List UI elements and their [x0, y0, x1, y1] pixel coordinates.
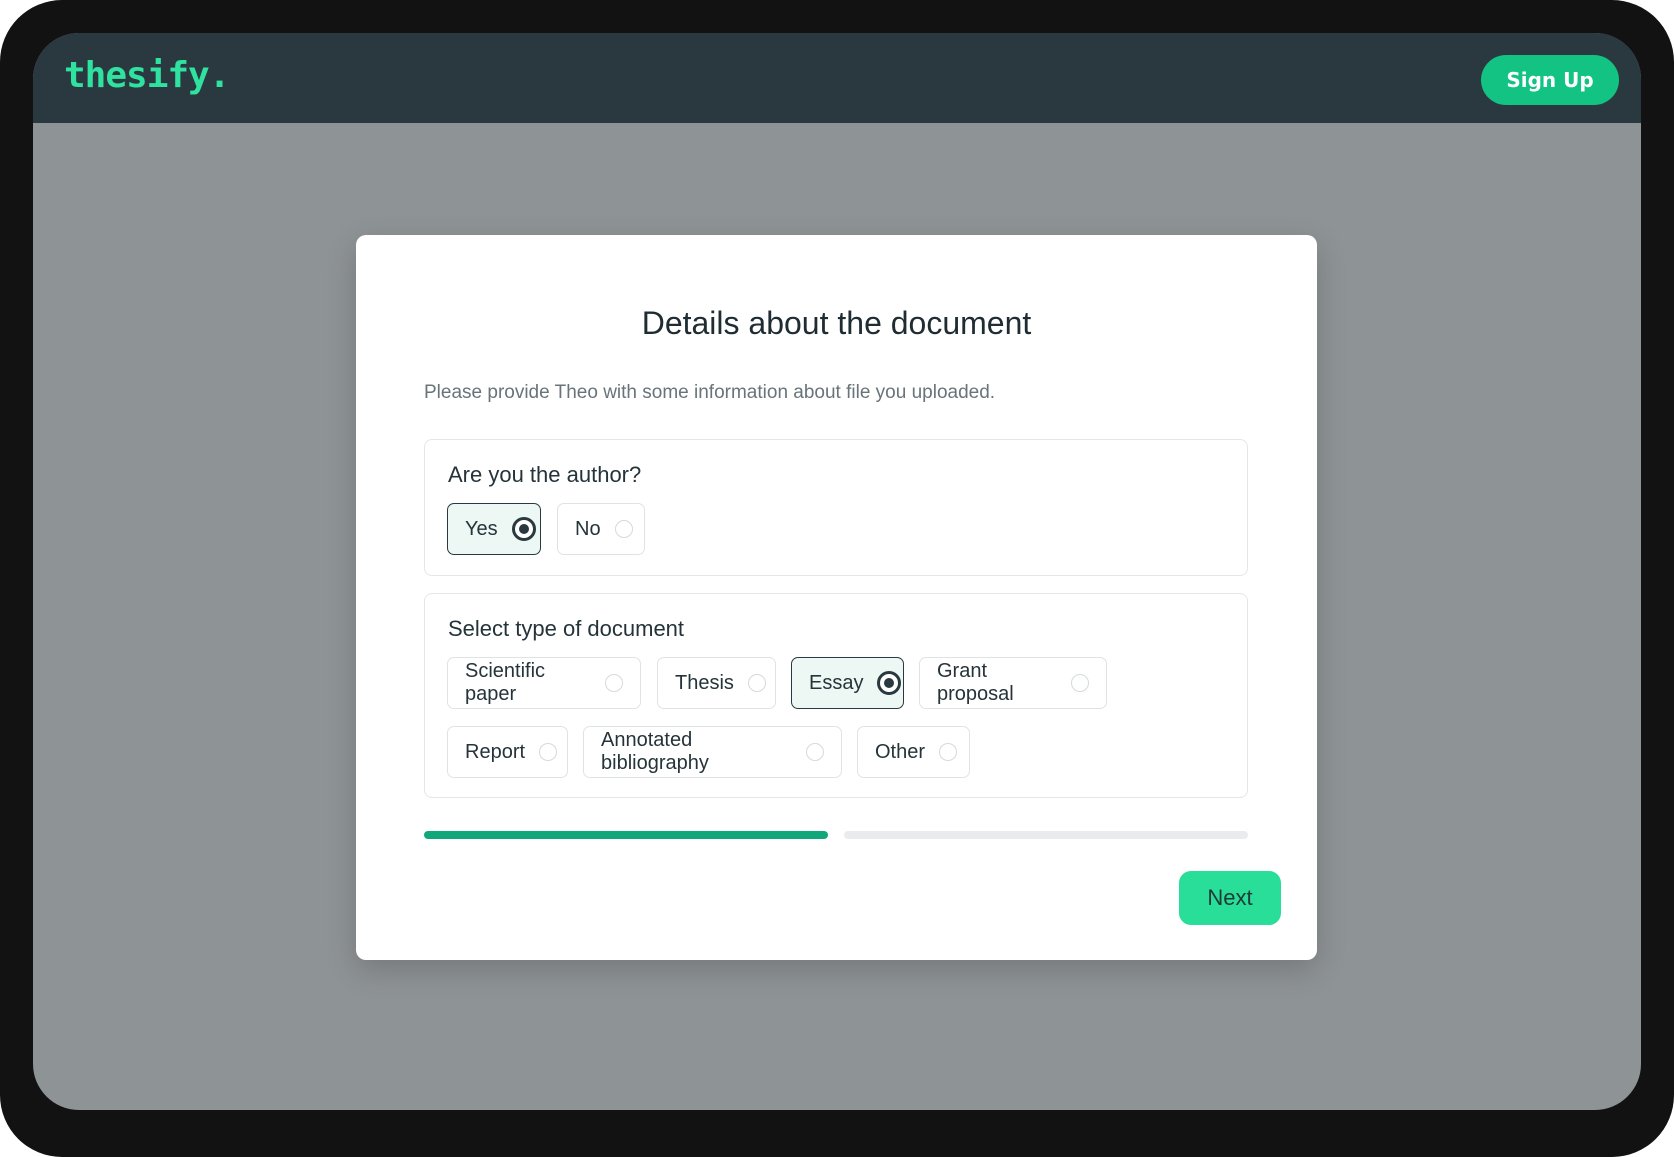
- radio-empty-icon: [614, 520, 633, 538]
- option-label: Thesis: [675, 671, 734, 694]
- author-option-yes[interactable]: Yes: [447, 503, 541, 555]
- brand-logo[interactable]: thesify.: [64, 55, 230, 96]
- document-details-dialog: Details about the document Please provid…: [356, 235, 1317, 960]
- radio-empty-icon: [605, 674, 623, 692]
- radio-empty-icon: [1071, 674, 1089, 692]
- dialog-description: Please provide Theo with some informatio…: [424, 382, 996, 403]
- doc-type-option-scientific-paper[interactable]: Scientific paper: [447, 657, 641, 709]
- option-label: Other: [875, 740, 926, 763]
- sign-up-button[interactable]: Sign Up: [1481, 55, 1619, 105]
- document-type-label: Select type of document: [448, 616, 685, 641]
- doc-type-option-report[interactable]: Report: [447, 726, 568, 778]
- radio-selected-icon: [877, 671, 902, 695]
- doc-type-option-annotated-bibliography[interactable]: Annotated bibliography: [583, 726, 842, 778]
- option-label: No: [575, 517, 601, 540]
- option-label: Essay: [809, 671, 864, 694]
- radio-empty-icon: [747, 674, 766, 692]
- app-screen: thesify. Sign Up Details about the docum…: [33, 33, 1641, 1110]
- radio-empty-icon: [806, 743, 824, 761]
- doc-type-option-thesis[interactable]: Thesis: [657, 657, 776, 709]
- radio-empty-icon: [539, 743, 558, 761]
- top-navbar: thesify. Sign Up: [33, 33, 1641, 123]
- author-question-label: Are you the author?: [448, 462, 642, 487]
- step-progress-bar: [424, 831, 1248, 839]
- device-frame: thesify. Sign Up Details about the docum…: [0, 0, 1674, 1157]
- option-label: Grant proposal: [937, 660, 1014, 705]
- document-type-group: Select type of document Scientific paper…: [424, 593, 1248, 798]
- doc-type-option-essay[interactable]: Essay: [791, 657, 904, 709]
- radio-empty-icon: [939, 743, 958, 761]
- radio-selected-icon: [511, 517, 536, 541]
- doc-type-option-grant-proposal[interactable]: Grant proposal: [919, 657, 1107, 709]
- author-question-group: Are you the author? Yes No: [424, 439, 1248, 576]
- option-label: Report: [465, 740, 526, 763]
- option-label: Scientific paper: [465, 660, 546, 705]
- next-button[interactable]: Next: [1179, 871, 1281, 925]
- option-label: Yes: [465, 517, 498, 540]
- option-label: Annotated bibliography: [601, 729, 709, 774]
- dialog-title: Details about the document: [641, 305, 1032, 341]
- progress-step-1: [424, 831, 828, 839]
- author-option-no[interactable]: No: [557, 503, 645, 555]
- doc-type-option-other[interactable]: Other: [857, 726, 970, 778]
- progress-step-2: [844, 831, 1248, 839]
